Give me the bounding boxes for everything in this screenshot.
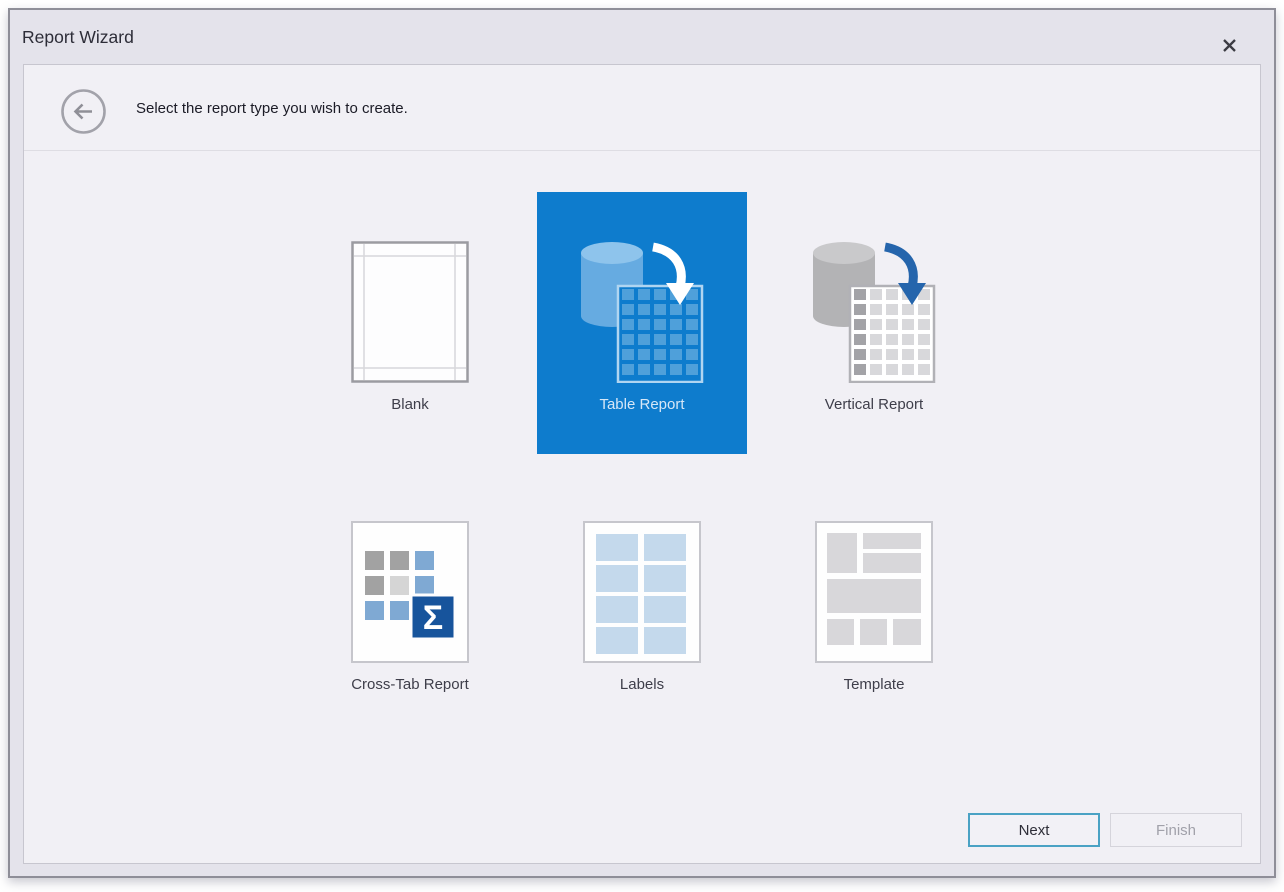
report-wizard-dialog: Report Wizard Select the report type you… (8, 8, 1276, 878)
dialog-titlebar: Report Wizard (10, 10, 1274, 64)
back-button[interactable] (60, 88, 107, 135)
tile-row-2: Σ Cross-Tab Report (305, 472, 979, 734)
labels-grid-icon (583, 521, 701, 663)
report-type-blank[interactable]: Blank (305, 192, 515, 454)
crosstab-sigma-icon: Σ (351, 521, 469, 663)
report-type-template[interactable]: Template (769, 472, 979, 734)
wizard-header: Select the report type you wish to creat… (24, 65, 1260, 151)
report-type-cross-tab-report[interactable]: Σ Cross-Tab Report (305, 472, 515, 734)
tile-label: Vertical Report (825, 396, 923, 413)
close-icon[interactable] (1216, 32, 1242, 58)
report-type-labels[interactable]: Labels (537, 472, 747, 734)
report-type-vertical-report[interactable]: Vertical Report (769, 192, 979, 454)
report-type-grid: Blank (24, 192, 1260, 734)
database-vertical-table-icon (813, 241, 936, 383)
wizard-panel: Select the report type you wish to creat… (23, 64, 1261, 864)
tile-label: Labels (620, 676, 664, 693)
template-layout-icon (815, 521, 933, 663)
footer-buttons: Next Finish (968, 813, 1242, 847)
tile-label: Blank (391, 396, 429, 413)
database-table-icon (581, 241, 704, 383)
tile-label: Table Report (599, 396, 684, 413)
dialog-title: Report Wizard (22, 27, 134, 48)
tile-label: Cross-Tab Report (351, 676, 469, 693)
instruction-text: Select the report type you wish to creat… (136, 65, 408, 151)
back-arrow-icon (60, 88, 107, 135)
finish-button[interactable]: Finish (1110, 813, 1242, 847)
blank-page-icon (351, 241, 469, 383)
svg-text:Σ: Σ (423, 599, 443, 637)
tile-row-1: Blank (305, 192, 979, 454)
next-button[interactable]: Next (968, 813, 1100, 847)
tile-label: Template (844, 676, 905, 693)
report-type-table-report[interactable]: Table Report (537, 192, 747, 454)
